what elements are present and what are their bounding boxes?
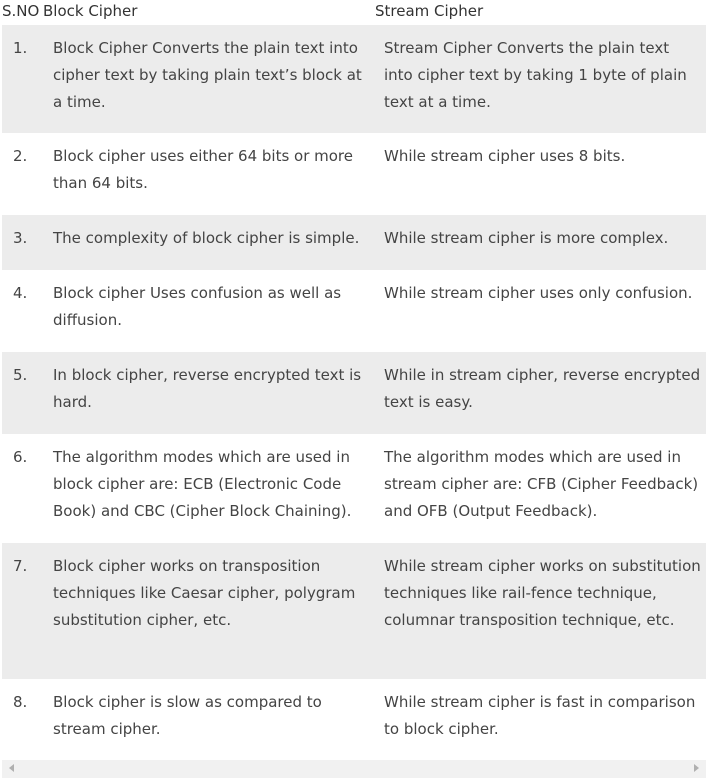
cell-block-cipher: In block cipher, reverse encrypted text …: [53, 366, 362, 411]
table-row: 6. The algorithm modes which are used in…: [2, 434, 706, 543]
cell-sno: 5.: [13, 366, 28, 384]
table-row: 5. In block cipher, reverse encrypted te…: [2, 352, 706, 434]
cell-block-cipher: Block cipher works on transposition tech…: [53, 557, 356, 629]
table-row: 1. Block Cipher Converts the plain text …: [2, 25, 706, 133]
table-row: 3. The complexity of block cipher is sim…: [2, 215, 706, 270]
cell-stream-cipher: While stream cipher works on substitutio…: [384, 557, 701, 629]
cell-block-cipher: Block cipher is slow as compared to stre…: [53, 693, 322, 738]
cell-block-cipher: Block Cipher Converts the plain text int…: [53, 39, 362, 111]
table-row: 2. Block cipher uses either 64 bits or m…: [2, 133, 706, 215]
cell-sno: 2.: [13, 147, 28, 165]
horizontal-scrollbar[interactable]: [2, 760, 706, 778]
cell-stream-cipher: While stream cipher uses 8 bits.: [384, 147, 626, 165]
cell-block-cipher: The algorithm modes which are used in bl…: [53, 448, 352, 520]
cell-sno: 8.: [13, 693, 28, 711]
cell-stream-cipher: Stream Cipher Converts the plain text in…: [384, 39, 687, 111]
scroll-right-arrow-icon[interactable]: [694, 764, 699, 772]
cell-stream-cipher: The algorithm modes which are used in st…: [384, 448, 699, 520]
cell-block-cipher: Block cipher Uses confusion as well as d…: [53, 284, 342, 329]
table-row: 8. Block cipher is slow as compared to s…: [2, 679, 706, 759]
cell-stream-cipher: While stream cipher is more complex.: [384, 229, 669, 247]
table-row: 4. Block cipher Uses confusion as well a…: [2, 270, 706, 352]
table-row: 7. Block cipher works on transposition t…: [2, 543, 706, 679]
cell-block-cipher: Block cipher uses either 64 bits or more…: [53, 147, 353, 192]
table-header: S.NO Block Cipher Stream Cipher: [0, 0, 706, 24]
cell-sno: 1.: [13, 39, 28, 57]
header-sno: S.NO: [2, 2, 40, 20]
cell-stream-cipher: While in stream cipher, reverse encrypte…: [384, 366, 701, 411]
header-stream-cipher: Stream Cipher: [375, 2, 484, 20]
scroll-left-arrow-icon[interactable]: [9, 764, 14, 772]
comparison-table: S.NO Block Cipher Stream Cipher 1. Block…: [0, 0, 706, 738]
cell-sno: 7.: [13, 557, 28, 575]
cell-sno: 4.: [13, 284, 28, 302]
cell-stream-cipher: While stream cipher uses only confusion.: [384, 284, 693, 302]
cell-sno: 3.: [13, 229, 28, 247]
cell-block-cipher: The complexity of block cipher is simple…: [53, 229, 360, 247]
cell-sno: 6.: [13, 448, 28, 466]
cell-stream-cipher: While stream cipher is fast in compariso…: [384, 693, 696, 738]
header-block-cipher: Block Cipher: [43, 2, 138, 20]
